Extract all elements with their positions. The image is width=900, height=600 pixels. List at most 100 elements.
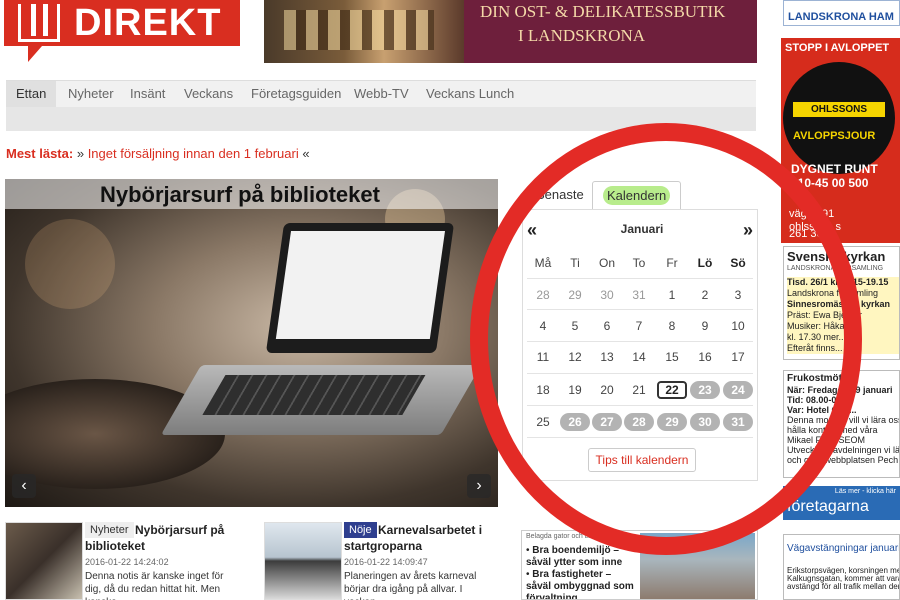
calendar-day[interactable]: 10 bbox=[723, 317, 753, 335]
article-card[interactable]: Nöje Karnevalsarbetet i startgroparna 20… bbox=[264, 522, 494, 600]
calendar-day[interactable]: 17 bbox=[723, 348, 753, 366]
calendar-day[interactable]: 3 bbox=[723, 286, 753, 304]
kyrkan-line: Sinnesromässa i kyrkan bbox=[787, 299, 891, 309]
calendar-day[interactable]: 1 bbox=[657, 286, 687, 304]
calendar-day[interactable]: 23 bbox=[690, 381, 720, 399]
calendar-day[interactable]: 18 bbox=[528, 381, 558, 399]
calendar-day[interactable]: 5 bbox=[560, 317, 590, 335]
kyrkan-line: Musiker: Håkan... bbox=[787, 321, 858, 331]
kyrkan-line: Tisd. 26/1 kl 18.15-19.15 bbox=[787, 277, 889, 287]
calendar-day[interactable]: 14 bbox=[624, 348, 654, 366]
tab-kalendern-label: Kalendern bbox=[603, 186, 671, 205]
frukostmote-ad[interactable]: Frukostmöte När: Fredagen 29 januari Tid… bbox=[783, 370, 900, 478]
calendar-day[interactable]: 31 bbox=[723, 413, 753, 431]
banner-line-1: DIN OST- & DELIKATESSBUTIK bbox=[480, 2, 726, 21]
nav-subbar bbox=[6, 107, 756, 131]
weekday-header: Må bbox=[534, 256, 552, 270]
hero-bokeh bbox=[25, 219, 115, 309]
nav-tab-veckans-lunch[interactable]: Veckans Lunch bbox=[416, 81, 524, 107]
calendar-day[interactable]: 30 bbox=[690, 413, 720, 431]
calendar-next-icon[interactable]: » bbox=[743, 220, 753, 241]
calendar-day[interactable]: 28 bbox=[624, 413, 654, 431]
calendar-day[interactable]: 8 bbox=[657, 317, 687, 335]
weekday-header: On bbox=[598, 256, 615, 270]
foretagarna-logo: företagarna bbox=[787, 498, 869, 515]
calendar-day[interactable]: 29 bbox=[657, 413, 687, 431]
most-read-link[interactable]: Inget försäljning innan den 1 februari bbox=[88, 146, 299, 161]
calendar-day[interactable]: 26 bbox=[560, 413, 590, 431]
nav-tab-foretagsguiden[interactable]: Företagsguiden bbox=[241, 81, 351, 107]
landskronahem-ad[interactable]: Belagda gator och Landskronas • Bra boen… bbox=[521, 530, 758, 600]
tab-kalendern[interactable]: Kalendern bbox=[592, 181, 682, 209]
calendar-day[interactable]: 29 bbox=[560, 286, 590, 304]
calendar-day-today[interactable]: 22 bbox=[657, 381, 687, 399]
foretagarna-ad[interactable]: Läs mer - klicka här företagarna bbox=[783, 486, 900, 520]
calendar-day[interactable]: 27 bbox=[592, 413, 622, 431]
calendar-day[interactable]: 13 bbox=[592, 348, 622, 366]
site-logo[interactable]: DIREKT bbox=[4, 0, 240, 46]
calendar-day[interactable]: 30 bbox=[592, 286, 622, 304]
calendar-day[interactable]: 28 bbox=[528, 286, 558, 304]
article-body: Denna notis är kanske inget för dig, då … bbox=[85, 571, 224, 600]
logo-tail bbox=[28, 46, 42, 62]
vagavstangningar-ad[interactable]: Vägavstängningar januari 2016 Erikstorps… bbox=[783, 534, 900, 600]
tab-senaste[interactable]: Senaste bbox=[528, 181, 592, 209]
article-card[interactable]: Nyheter Nybörjarsurf på biblioteket 2016… bbox=[5, 522, 235, 600]
vag-title: Vägavstängningar januari 2016 bbox=[787, 543, 900, 554]
frukost-line: Utvecklingsavdelningen vi lära bbox=[787, 445, 900, 455]
calendar-day[interactable]: 31 bbox=[624, 286, 654, 304]
frukost-line: Mikael Fors, SEOM bbox=[787, 435, 866, 445]
calendar-day[interactable]: 12 bbox=[560, 348, 590, 366]
calendar-day[interactable]: 11 bbox=[528, 348, 558, 366]
nav-tab-nyheter[interactable]: Nyheter bbox=[58, 81, 124, 107]
weekday-header: Lö bbox=[697, 256, 713, 270]
calendar-day[interactable]: 20 bbox=[592, 381, 622, 399]
right-top-ad[interactable]: LANDSKRONA HAM bbox=[783, 0, 900, 26]
calendar-day[interactable]: 9 bbox=[690, 317, 720, 335]
calendar-row-divider bbox=[527, 437, 753, 438]
article-title[interactable]: Nybörjarsurf på biblioteket bbox=[85, 522, 235, 554]
nav-tab-ettan[interactable]: Ettan bbox=[6, 81, 57, 107]
hero-slider-image[interactable] bbox=[5, 179, 498, 507]
hero-next-button[interactable]: › bbox=[467, 474, 491, 498]
kyrkan-line: Landskrona församling bbox=[787, 288, 879, 298]
most-read-ticker: Mest lästa: » Inget försäljning innan de… bbox=[6, 146, 310, 161]
calendar-prev-icon[interactable]: « bbox=[527, 220, 537, 241]
hero-prev-button[interactable]: ‹ bbox=[12, 474, 36, 498]
most-read-prefix: » bbox=[76, 146, 85, 161]
ohlssons-ad[interactable]: STOPP I AVLOPPET OHLSSONS AVLOPPSJOUR DY… bbox=[781, 38, 900, 243]
weekday-header: To bbox=[632, 256, 646, 270]
frukost-line: och göra webbplatsen Pech bbox=[787, 455, 899, 465]
calendar-day[interactable]: 15 bbox=[657, 348, 687, 366]
calendar-day[interactable]: 24 bbox=[723, 381, 753, 399]
calendar-day[interactable]: 7 bbox=[624, 317, 654, 335]
calendar-day[interactable]: 25 bbox=[528, 413, 558, 431]
weekday-header: Sö bbox=[730, 256, 746, 270]
calendar-row-divider bbox=[527, 373, 753, 374]
logo-text: DIREKT bbox=[74, 2, 222, 44]
calendar-day[interactable]: 16 bbox=[690, 348, 720, 366]
calendar-day[interactable]: 6 bbox=[592, 317, 622, 335]
nav-tab-insant[interactable]: Insänt bbox=[120, 81, 175, 107]
nav-tab-webb-tv[interactable]: Webb-TV bbox=[344, 81, 419, 107]
calendar-day[interactable]: 2 bbox=[690, 286, 720, 304]
top-banner-ad[interactable]: DIN OST- & DELIKATESSBUTIK I LANDSKRONA bbox=[264, 0, 757, 63]
svenska-kyrkan-ad[interactable]: Svenska kyrkan LANDSKRONA FÖRSAMLING Tis… bbox=[783, 246, 900, 360]
ohlssons-addr: vägen 91 bbox=[789, 208, 835, 220]
article-title[interactable]: Karnevalsarbetet i startgroparna bbox=[344, 522, 494, 554]
calendar-row-divider bbox=[527, 278, 753, 279]
kyrkan-subtitle: LANDSKRONA FÖRSAMLING bbox=[787, 265, 884, 272]
nav-tab-veckans[interactable]: Veckans bbox=[174, 81, 243, 107]
article-thumbnail[interactable] bbox=[264, 522, 342, 600]
landskronahem-list: • Bra boendemiljö – såväl ytter som inne… bbox=[526, 545, 636, 599]
frukost-line: När: Fredagen 29 januari bbox=[787, 385, 893, 395]
calendar-day[interactable]: 19 bbox=[560, 381, 590, 399]
calendar-day[interactable]: 21 bbox=[624, 381, 654, 399]
calendar-day[interactable]: 4 bbox=[528, 317, 558, 335]
frukost-text: När: Fredagen 29 januari Tid: 08.00-09.0… bbox=[787, 385, 900, 465]
article-thumbnail[interactable] bbox=[5, 522, 83, 600]
ohlssons-head: STOPP I AVLOPPET bbox=[785, 42, 890, 54]
calendar-tip-button[interactable]: Tips till kalendern bbox=[588, 448, 696, 472]
frukost-line: Var: Hotel Con... bbox=[787, 405, 857, 415]
hero-title[interactable]: Nybörjarsurf på biblioteket bbox=[100, 182, 380, 208]
